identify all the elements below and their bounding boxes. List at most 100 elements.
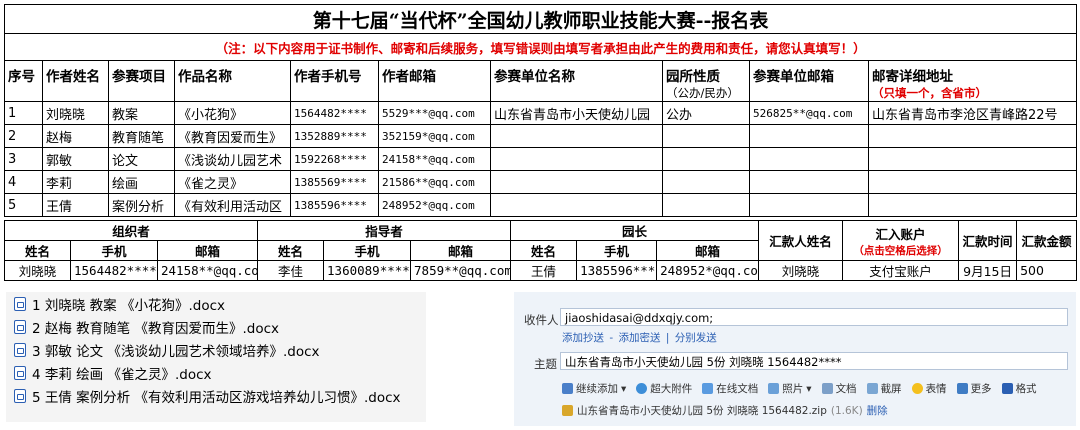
cell-email[interactable]: 5529***@qq.com — [378, 101, 491, 125]
instructor-group: 指导者 — [257, 220, 512, 241]
cell-project[interactable]: 绘画 — [108, 170, 175, 194]
cell-project[interactable]: 教案 — [108, 101, 175, 125]
add-attachment-button[interactable]: 继续添加 ▾ — [562, 381, 626, 396]
screenshot-button[interactable]: 截屏 — [866, 381, 902, 396]
photo-button[interactable]: 照片 ▾ — [768, 381, 812, 396]
cell-address[interactable]: 山东省青岛市李沧区青峰路22号 — [867, 101, 1078, 125]
ins-name-cell[interactable]: 李佳 — [257, 260, 325, 281]
add-bcc-link[interactable]: 添加密送 — [618, 332, 660, 344]
cell-nature[interactable] — [662, 147, 750, 171]
word-doc-icon — [14, 389, 26, 403]
subject-label: 主题 — [534, 357, 557, 371]
cell-author[interactable]: 刘晓晓 — [42, 101, 109, 125]
ins-email-header: 邮箱 — [410, 240, 512, 261]
to-label: 收件人 — [524, 313, 559, 327]
cell-author[interactable]: 李莉 — [42, 170, 109, 194]
time-header: 汇款时间 — [958, 220, 1018, 261]
cell-unit-email[interactable] — [749, 193, 869, 217]
header-nature-sub: （公办/民办） — [666, 86, 739, 100]
separate-send-link[interactable]: 分别发送 — [675, 332, 717, 344]
cell-project[interactable]: 教育随笔 — [108, 124, 175, 148]
pri-phone-cell[interactable]: 1385596**** — [576, 260, 658, 281]
emoji-button[interactable]: 表情 — [911, 381, 947, 396]
cell-project[interactable]: 案例分析 — [108, 193, 175, 217]
cell-email[interactable]: 21586**@qq.com — [378, 170, 491, 194]
file-item[interactable]: 5 王倩 案例分析 《有效利用活动区游戏培养幼儿习惯》.docx — [6, 385, 426, 407]
pri-email-cell[interactable]: 248952*@qq.com — [656, 260, 760, 281]
cell-email[interactable]: 24158**@qq.com — [378, 147, 491, 171]
file-item[interactable]: 3 郭敏 论文 《浅谈幼儿园艺术领域培养》.docx — [6, 339, 426, 361]
cell-address[interactable] — [867, 124, 1078, 148]
file-name: 2 赵梅 教育随笔 《教育因爱而生》.docx — [32, 321, 279, 337]
add-cc-link[interactable]: 添加抄送 — [562, 332, 604, 344]
cell-no: 3 — [4, 147, 43, 171]
cell-work[interactable]: 《有效利用活动区 — [174, 193, 291, 217]
cc-links: 添加抄送 - 添加密送 | 分别发送 — [562, 330, 719, 345]
grid-icon — [956, 383, 968, 394]
cell-phone[interactable]: 1352889**** — [290, 124, 379, 148]
form-note: （注：以下内容用于证书制作、邮寄和后续服务，填写错误则由填写者承担由此产生的费用… — [3, 33, 1078, 61]
cell-email[interactable]: 248952*@qq.com — [378, 193, 491, 217]
attachment-name[interactable]: 山东省青岛市小天使幼儿园 5份 刘晓晓 1564482.zip — [577, 403, 827, 418]
subject-field[interactable]: 山东省青岛市小天使幼儿园 5份 刘晓晓 1564482**** — [560, 352, 1068, 370]
cell-unit[interactable] — [490, 170, 663, 194]
file-item[interactable]: 1 刘晓晓 教案 《小花狗》.docx — [6, 293, 426, 315]
to-field[interactable]: jiaoshidasai@ddxqjy.com; — [560, 308, 1068, 326]
cell-address[interactable] — [867, 170, 1078, 194]
cell-work[interactable]: 《小花狗》 — [174, 101, 291, 125]
account-cell[interactable]: 支付宝账户 — [842, 260, 960, 281]
cell-phone[interactable]: 1564482**** — [290, 101, 379, 125]
cell-author[interactable]: 郭敏 — [42, 147, 109, 171]
org-phone-cell[interactable]: 1564482**** — [70, 260, 158, 281]
org-name-header: 姓名 — [4, 240, 71, 261]
cell-phone[interactable]: 1385569**** — [290, 170, 379, 194]
document-button[interactable]: 文档 — [821, 381, 857, 396]
cell-unit-email[interactable] — [749, 170, 869, 194]
cell-unit[interactable]: 山东省青岛市小天使幼儿园 — [490, 101, 663, 125]
amount-cell[interactable]: 500 — [1016, 260, 1078, 281]
cell-unit-email[interactable]: 526825**@qq.com — [749, 101, 869, 125]
cell-unit[interactable] — [490, 193, 663, 217]
remitter-header: 汇款人姓名 — [758, 220, 844, 261]
org-email-header: 邮箱 — [156, 240, 259, 261]
cell-address[interactable] — [867, 193, 1078, 217]
cell-unit[interactable] — [490, 147, 663, 171]
pri-name-cell[interactable]: 王倩 — [510, 260, 578, 281]
online-doc-button[interactable]: 在线文档 — [702, 381, 758, 396]
cell-project[interactable]: 论文 — [108, 147, 175, 171]
cell-author[interactable]: 赵梅 — [42, 124, 109, 148]
attachment-delete-link[interactable]: 删除 — [867, 403, 888, 418]
cell-phone[interactable]: 1592268**** — [290, 147, 379, 171]
cell-unit-email[interactable] — [749, 147, 869, 171]
remitter-cell[interactable]: 刘晓晓 — [758, 260, 844, 281]
large-attachment-button[interactable]: 超大附件 — [636, 381, 692, 396]
cell-phone[interactable]: 1385596**** — [290, 193, 379, 217]
online-doc-label: 在线文档 — [716, 383, 759, 395]
format-button[interactable]: 格式 — [1001, 381, 1037, 396]
ins-email-cell[interactable]: 7859**@qq.com — [410, 260, 512, 281]
cell-nature[interactable] — [662, 193, 750, 217]
pri-phone-header: 手机 — [576, 240, 658, 261]
file-name: 3 郭敏 论文 《浅谈幼儿园艺术领域培养》.docx — [32, 344, 320, 360]
cell-work[interactable]: 《浅谈幼儿园艺术 — [174, 147, 291, 171]
file-name: 4 李莉 绘画 《雀之灵》.docx — [32, 367, 212, 383]
document-icon — [821, 383, 833, 394]
cell-unit-email[interactable] — [749, 124, 869, 148]
file-item[interactable]: 4 李莉 绘画 《雀之灵》.docx — [6, 362, 426, 384]
org-email-cell[interactable]: 24158**@qq.com — [156, 260, 259, 281]
cell-work[interactable]: 《雀之灵》 — [174, 170, 291, 194]
cell-work[interactable]: 《教育因爱而生》 — [174, 124, 291, 148]
cell-email[interactable]: 352159*@qq.com — [378, 124, 491, 148]
cell-nature[interactable] — [662, 170, 750, 194]
chevron-down-icon: ▾ — [806, 382, 812, 395]
time-cell[interactable]: 9月15日 — [958, 260, 1018, 281]
cell-author[interactable]: 王倩 — [42, 193, 109, 217]
file-item[interactable]: 2 赵梅 教育随笔 《教育因爱而生》.docx — [6, 316, 426, 338]
cell-address[interactable] — [867, 147, 1078, 171]
org-name-cell[interactable]: 刘晓晓 — [4, 260, 71, 281]
more-button[interactable]: 更多 — [956, 381, 992, 396]
cell-nature[interactable]: 公办 — [662, 101, 750, 125]
ins-phone-cell[interactable]: 1360089**** — [323, 260, 412, 281]
cell-nature[interactable] — [662, 124, 750, 148]
cell-unit[interactable] — [490, 124, 663, 148]
